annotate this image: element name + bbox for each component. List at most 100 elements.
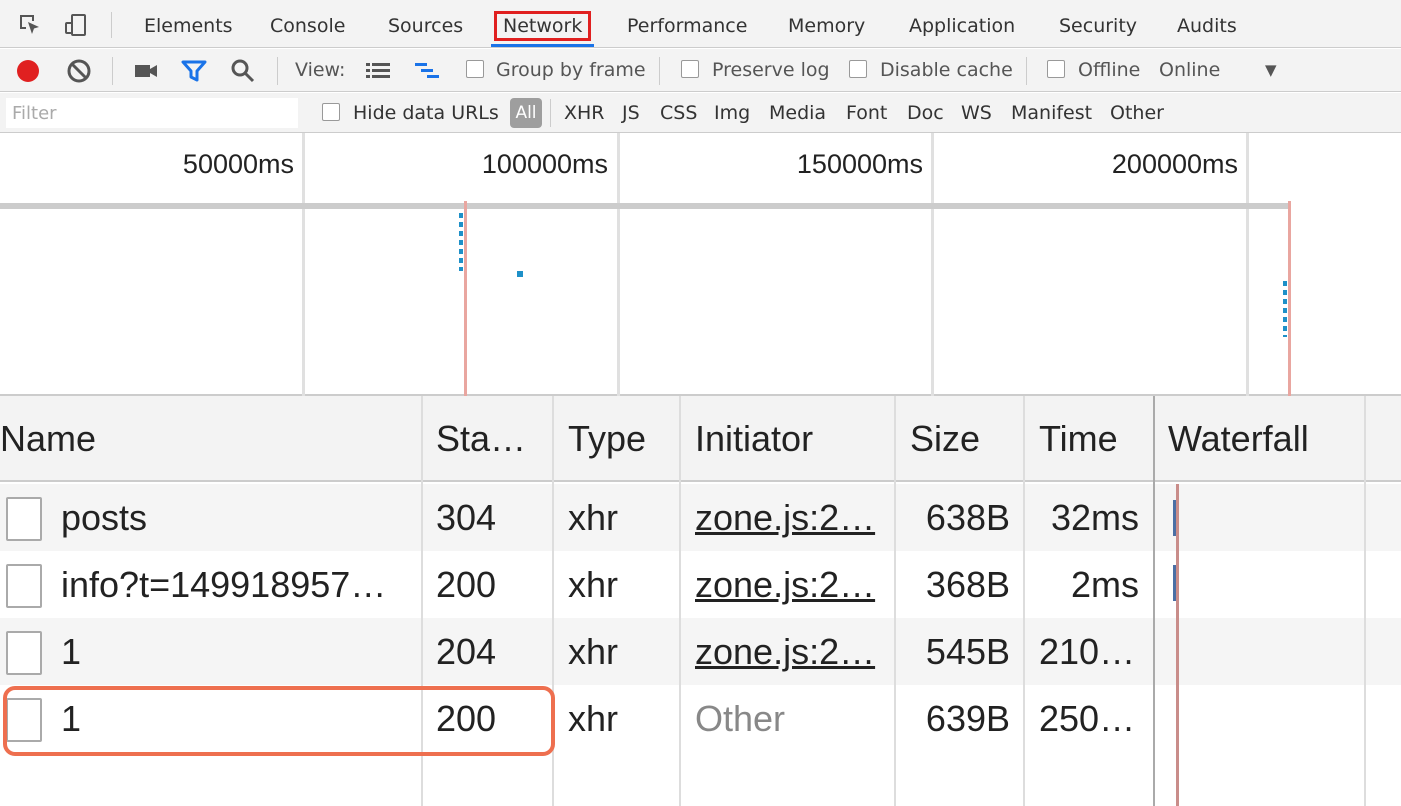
device-toggle-icon[interactable] — [64, 13, 88, 37]
throttling-select[interactable]: Online — [1159, 49, 1220, 92]
overview-request-mark — [517, 271, 523, 277]
tab-memory[interactable]: Memory — [788, 0, 865, 48]
tab-sources[interactable]: Sources — [388, 0, 463, 48]
record-icon[interactable] — [15, 58, 41, 84]
request-initiator-link[interactable]: zone.js:2… — [695, 551, 891, 618]
column-separator[interactable] — [1023, 396, 1025, 806]
toolbar-separator — [277, 57, 278, 85]
tab-bar-separator — [111, 12, 112, 38]
table-row[interactable]: 1 200 xhr Other 639B 250… — [0, 685, 1401, 752]
devtools-tab-bar: Elements Console Sources Network Perform… — [0, 0, 1401, 48]
filter-type-all[interactable]: All — [510, 98, 542, 128]
request-status: 200 — [436, 564, 497, 605]
request-size: 638B — [925, 497, 1010, 538]
overview-request-mark — [459, 213, 463, 271]
column-header-waterfall[interactable]: Waterfall — [1168, 396, 1364, 482]
request-initiator: Other — [695, 698, 786, 739]
request-type: xhr — [568, 497, 619, 538]
disable-cache-label: Disable cache — [880, 59, 1013, 81]
request-status: 200 — [436, 698, 497, 739]
clear-icon[interactable] — [66, 58, 92, 84]
request-time: 210… — [1039, 631, 1136, 672]
table-row[interactable]: posts 304 xhr zone.js:2… 638B 32ms — [0, 484, 1401, 551]
filter-bar: Hide data URLs All XHR JS CSS Img Media … — [0, 93, 1401, 133]
tab-console[interactable]: Console — [270, 0, 345, 48]
overview-tick-label: 50000ms — [182, 149, 294, 179]
column-separator[interactable] — [1153, 396, 1155, 806]
waterfall-view-icon[interactable] — [414, 58, 440, 84]
tab-network[interactable]: Network — [490, 0, 595, 48]
overview-gridline — [302, 133, 305, 396]
toolbar-separator — [112, 57, 113, 85]
dropdown-arrow-icon[interactable]: ▼ — [1265, 49, 1277, 92]
group-by-frame-label: Group by frame — [496, 59, 646, 81]
list-view-icon[interactable] — [365, 58, 391, 84]
filter-type-manifest[interactable]: Manifest — [1011, 93, 1092, 133]
tab-elements[interactable]: Elements — [144, 0, 233, 48]
filter-type-media[interactable]: Media — [769, 93, 826, 133]
overview-tick-label: 150000ms — [796, 149, 923, 179]
column-header-status[interactable]: Sta… — [436, 396, 548, 482]
waterfall-load-line — [1176, 484, 1179, 806]
request-name: 1 — [61, 698, 82, 739]
column-header-name[interactable]: Name — [0, 396, 420, 482]
overview-track — [0, 203, 1290, 209]
request-status: 304 — [436, 497, 497, 538]
hide-data-urls-label: Hide data URLs — [353, 102, 499, 124]
table-row[interactable]: 1 204 xhr zone.js:2… 545B 210… — [0, 618, 1401, 685]
tab-security[interactable]: Security — [1059, 0, 1137, 48]
overview-tick-label: 100000ms — [481, 149, 608, 179]
request-time: 32ms — [1050, 497, 1139, 538]
request-name: 1 — [61, 631, 82, 672]
request-size: 545B — [925, 631, 1010, 672]
filter-icon[interactable] — [181, 58, 207, 84]
request-initiator-link[interactable]: zone.js:2… — [695, 484, 891, 551]
load-event-line — [1288, 201, 1291, 396]
disable-cache-checkbox[interactable] — [849, 60, 867, 78]
group-by-frame-checkbox[interactable] — [466, 60, 484, 78]
filter-type-doc[interactable]: Doc — [907, 93, 944, 133]
inspect-element-icon[interactable] — [18, 13, 42, 37]
column-header-type[interactable]: Type — [568, 396, 676, 482]
load-event-line — [464, 201, 467, 396]
column-separator[interactable] — [1364, 396, 1366, 806]
request-initiator-link[interactable]: zone.js:2… — [695, 618, 891, 685]
search-icon[interactable] — [230, 58, 256, 84]
overview-gridline — [931, 133, 934, 396]
request-type: xhr — [568, 698, 619, 739]
request-type: xhr — [568, 631, 619, 672]
filter-type-js[interactable]: JS — [622, 93, 640, 133]
preserve-log-checkbox[interactable] — [681, 60, 699, 78]
column-separator[interactable] — [552, 396, 554, 806]
file-icon — [6, 497, 42, 541]
capture-screenshots-icon[interactable] — [133, 58, 159, 84]
filter-type-img[interactable]: Img — [714, 93, 750, 133]
hide-data-urls-checkbox[interactable] — [322, 103, 340, 121]
request-time: 2ms — [1070, 564, 1139, 605]
offline-label: Offline — [1078, 59, 1141, 81]
overview-request-mark — [1283, 281, 1287, 337]
column-header-time[interactable]: Time — [1039, 396, 1149, 482]
filter-input[interactable] — [6, 98, 298, 128]
table-row[interactable]: info?t=149918957… 200 xhr zone.js:2… 368… — [0, 551, 1401, 618]
filter-separator — [550, 99, 551, 127]
filter-type-ws[interactable]: WS — [961, 93, 992, 133]
filter-type-font[interactable]: Font — [846, 93, 887, 133]
filter-type-xhr[interactable]: XHR — [564, 93, 605, 133]
column-separator[interactable] — [421, 396, 423, 806]
column-separator[interactable] — [894, 396, 896, 806]
column-header-size[interactable]: Size — [910, 396, 1020, 482]
tab-application[interactable]: Application — [909, 0, 1015, 48]
network-overview[interactable]: 50000ms 100000ms 150000ms 200000ms — [0, 133, 1401, 396]
toolbar-separator — [659, 57, 660, 85]
column-separator[interactable] — [679, 396, 681, 806]
filter-type-css[interactable]: CSS — [660, 93, 697, 133]
table-header: Name Sta… Type Initiator Size Time Water… — [0, 396, 1401, 482]
offline-checkbox[interactable] — [1047, 60, 1065, 78]
filter-type-other[interactable]: Other — [1110, 93, 1164, 133]
preserve-log-label: Preserve log — [712, 59, 830, 81]
tab-performance[interactable]: Performance — [627, 0, 747, 48]
column-header-initiator[interactable]: Initiator — [695, 396, 891, 482]
tab-audits[interactable]: Audits — [1177, 0, 1237, 48]
overview-tick-label: 200000ms — [1111, 149, 1238, 179]
